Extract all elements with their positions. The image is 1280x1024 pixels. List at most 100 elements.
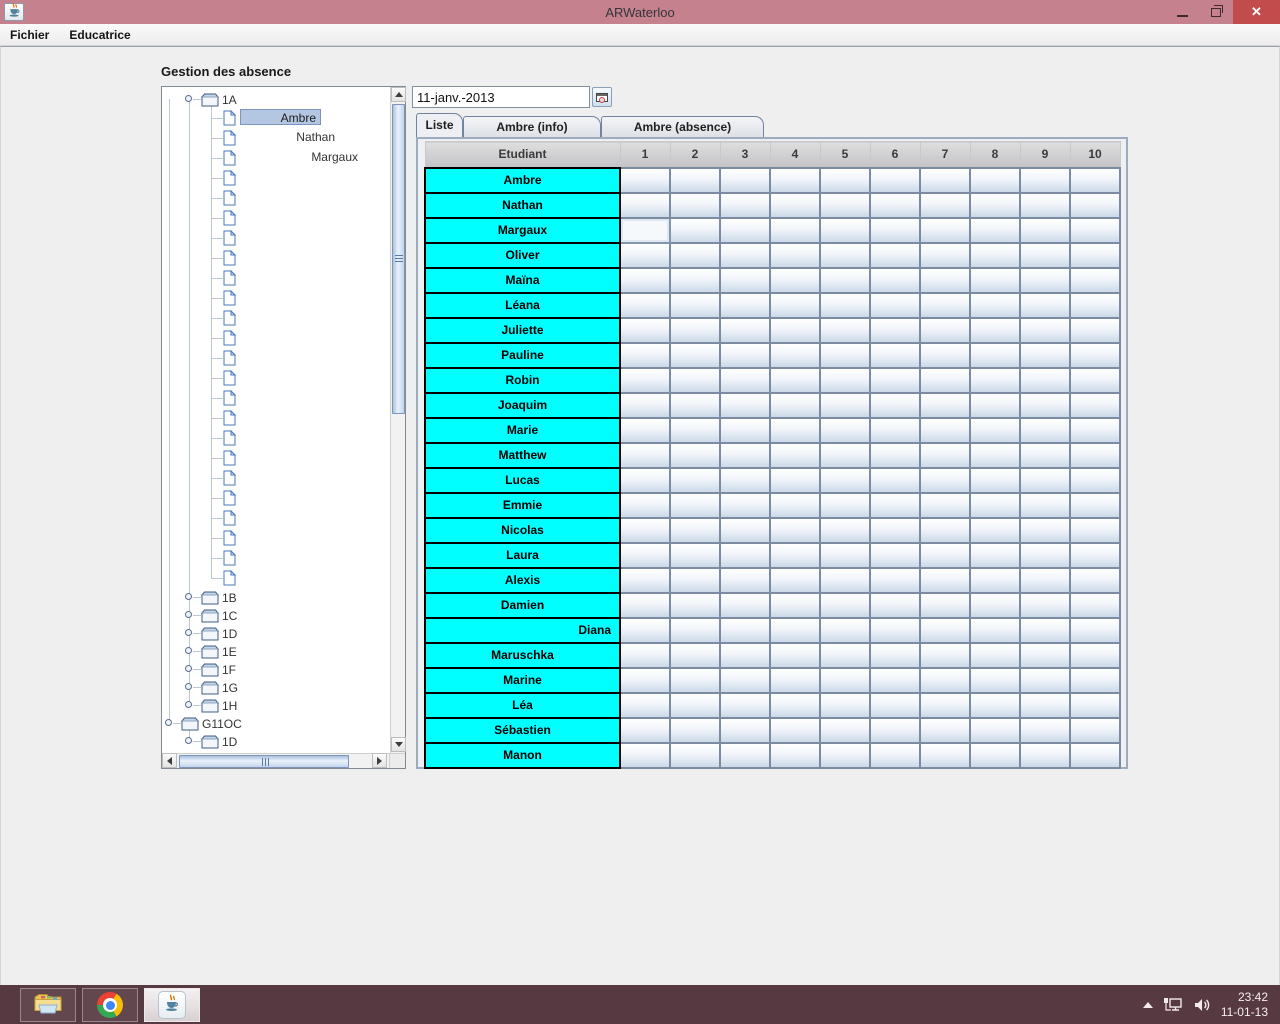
attendance-cell[interactable] [870,193,920,218]
selected-attendance-cell[interactable] [620,218,670,243]
attendance-cell[interactable] [720,593,770,618]
attendance-cell[interactable] [870,393,920,418]
attendance-cell[interactable] [1070,693,1120,718]
horizontal-scroll-thumb[interactable] [179,755,349,768]
attendance-cell[interactable] [670,668,720,693]
attendance-cell[interactable] [1020,568,1070,593]
student-cell[interactable]: Joaquim [425,393,620,418]
attendance-cell[interactable] [670,343,720,368]
attendance-cell[interactable] [1070,218,1120,243]
attendance-cell[interactable] [970,393,1020,418]
attendance-cell[interactable] [1020,368,1070,393]
attendance-cell[interactable] [820,393,870,418]
attendance-cell[interactable] [820,743,870,768]
attendance-cell[interactable] [970,218,1020,243]
attendance-cell[interactable] [820,643,870,668]
tree-expand-knob[interactable] [185,647,192,654]
attendance-cell[interactable] [820,568,870,593]
tree-node-1c[interactable]: 1C [222,608,237,624]
tab-ambre-info-[interactable]: Ambre (info) [463,116,601,137]
attendance-cell[interactable] [970,168,1020,193]
tree-expand-knob[interactable] [185,95,192,102]
attendance-cell[interactable] [920,593,970,618]
attendance-cell[interactable] [720,393,770,418]
attendance-cell[interactable] [920,543,970,568]
attendance-cell[interactable] [1020,468,1070,493]
attendance-cell[interactable] [920,293,970,318]
attendance-cell[interactable] [620,268,670,293]
taskbar-explorer-button[interactable] [20,988,76,1022]
attendance-cell[interactable] [620,593,670,618]
attendance-cell[interactable] [770,468,820,493]
attendance-cell[interactable] [870,418,920,443]
attendance-cell[interactable] [720,518,770,543]
attendance-cell[interactable] [720,168,770,193]
tree-vertical-scrollbar[interactable] [390,87,405,753]
attendance-cell[interactable] [920,218,970,243]
attendance-cell[interactable] [920,343,970,368]
attendance-cell[interactable] [920,368,970,393]
attendance-cell[interactable] [920,318,970,343]
attendance-cell[interactable] [1070,643,1120,668]
minimize-button[interactable] [1165,0,1199,24]
close-button[interactable]: ✕ [1233,0,1280,24]
attendance-cell[interactable] [970,543,1020,568]
attendance-cell[interactable] [620,193,670,218]
tree-expand-knob[interactable] [185,665,192,672]
attendance-cell[interactable] [870,368,920,393]
attendance-cell[interactable] [820,343,870,368]
menu-fichier[interactable]: Fichier [0,24,59,46]
attendance-cell[interactable] [670,293,720,318]
student-cell[interactable]: Léana [425,293,620,318]
attendance-cell[interactable] [1020,693,1070,718]
attendance-cell[interactable] [970,193,1020,218]
tree-node-g11oc[interactable]: G11OC [202,716,242,732]
menu-educatrice[interactable]: Educatrice [59,24,140,46]
student-cell[interactable]: Pauline [425,343,620,368]
attendance-cell[interactable] [1020,393,1070,418]
attendance-cell[interactable] [620,693,670,718]
attendance-cell[interactable] [820,693,870,718]
attendance-cell[interactable] [620,718,670,743]
attendance-cell[interactable] [820,468,870,493]
attendance-cell[interactable] [870,168,920,193]
attendance-cell[interactable] [670,318,720,343]
attendance-cell[interactable] [920,193,970,218]
attendance-cell[interactable] [920,568,970,593]
attendance-cell[interactable] [770,168,820,193]
tree-node-1h[interactable]: 1H [222,698,237,714]
tree-expand-knob[interactable] [185,737,192,744]
attendance-cell[interactable] [1020,293,1070,318]
attendance-cell[interactable] [670,368,720,393]
attendance-cell[interactable] [670,518,720,543]
attendance-cell[interactable] [770,343,820,368]
attendance-cell[interactable] [870,718,920,743]
attendance-cell[interactable] [1020,443,1070,468]
scroll-up-button[interactable] [391,87,406,102]
student-cell[interactable]: Alexis [425,568,620,593]
attendance-cell[interactable] [620,743,670,768]
attendance-cell[interactable] [870,443,920,468]
scroll-down-button[interactable] [391,737,406,752]
attendance-cell[interactable] [670,243,720,268]
attendance-cell[interactable] [770,643,820,668]
attendance-cell[interactable] [970,743,1020,768]
attendance-cell[interactable] [970,268,1020,293]
attendance-cell[interactable] [720,693,770,718]
attendance-cell[interactable] [770,218,820,243]
volume-icon[interactable] [1193,997,1211,1013]
attendance-cell[interactable] [970,368,1020,393]
student-cell[interactable]: Robin [425,368,620,393]
attendance-cell[interactable] [1070,318,1120,343]
attendance-cell[interactable] [870,268,920,293]
attendance-cell[interactable] [870,643,920,668]
attendance-cell[interactable] [620,543,670,568]
attendance-cell[interactable] [1070,368,1120,393]
attendance-cell[interactable] [1070,743,1120,768]
attendance-cell[interactable] [720,493,770,518]
attendance-cell[interactable] [670,718,720,743]
attendance-cell[interactable] [620,293,670,318]
attendance-cell[interactable] [820,193,870,218]
attendance-cell[interactable] [820,168,870,193]
attendance-cell[interactable] [820,518,870,543]
